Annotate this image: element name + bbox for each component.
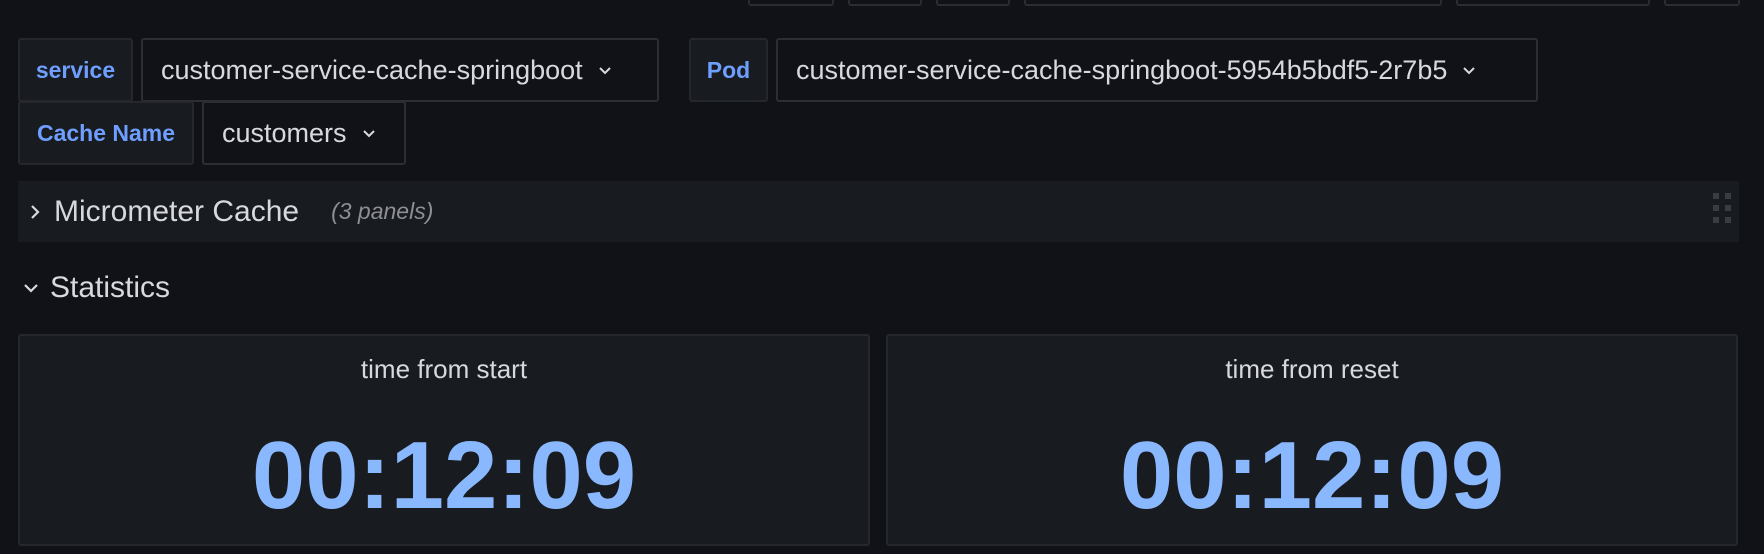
row-micrometer-cache[interactable]: Micrometer Cache (3 panels) [18,181,1739,242]
chevron-down-icon [597,62,613,78]
row-panel-count: (3 panels) [331,198,434,224]
service-variable-select[interactable]: customer-service-cache-springboot [141,38,659,102]
chevron-down-icon [22,279,40,297]
cache-name-variable-select[interactable]: customers [202,101,406,165]
stat-panel-time-from-reset[interactable]: time from reset 00:12:09 [886,334,1738,546]
chevron-down-icon [1461,62,1477,78]
toolbar-button-stub-2[interactable] [848,0,922,6]
stat-value: 00:12:09 [251,422,637,529]
panel-title: time from reset [1225,354,1399,384]
drag-handle-icon[interactable] [1713,193,1731,223]
row-title: Micrometer Cache [54,194,300,228]
pod-variable-select[interactable]: customer-service-cache-springboot-5954b5… [776,38,1538,102]
toolbar-button-stub-3[interactable] [936,0,1010,6]
settings-button-stub[interactable] [1664,0,1740,6]
stat-panel-time-from-start[interactable]: time from start 00:12:09 [18,334,870,546]
refresh-button-stub[interactable] [1456,0,1650,6]
pod-variable-label: Pod [689,38,768,102]
cache-name-variable-label: Cache Name [18,101,194,165]
toolbar-button-stub-1[interactable] [748,0,834,6]
panel-title: time from start [360,354,528,384]
service-variable-label: service [18,38,133,102]
row-statistics[interactable]: Statistics [22,266,170,310]
cache-name-variable-value: customers [222,117,347,148]
service-variable-value: customer-service-cache-springboot [161,54,583,85]
pod-variable-value: customer-service-cache-springboot-5954b5… [796,54,1448,85]
time-picker-stub[interactable] [1024,0,1442,6]
row-title: Statistics [50,271,171,304]
chevron-right-icon [26,203,44,221]
stat-value: 00:12:09 [1119,422,1505,529]
chevron-down-icon [361,125,377,141]
